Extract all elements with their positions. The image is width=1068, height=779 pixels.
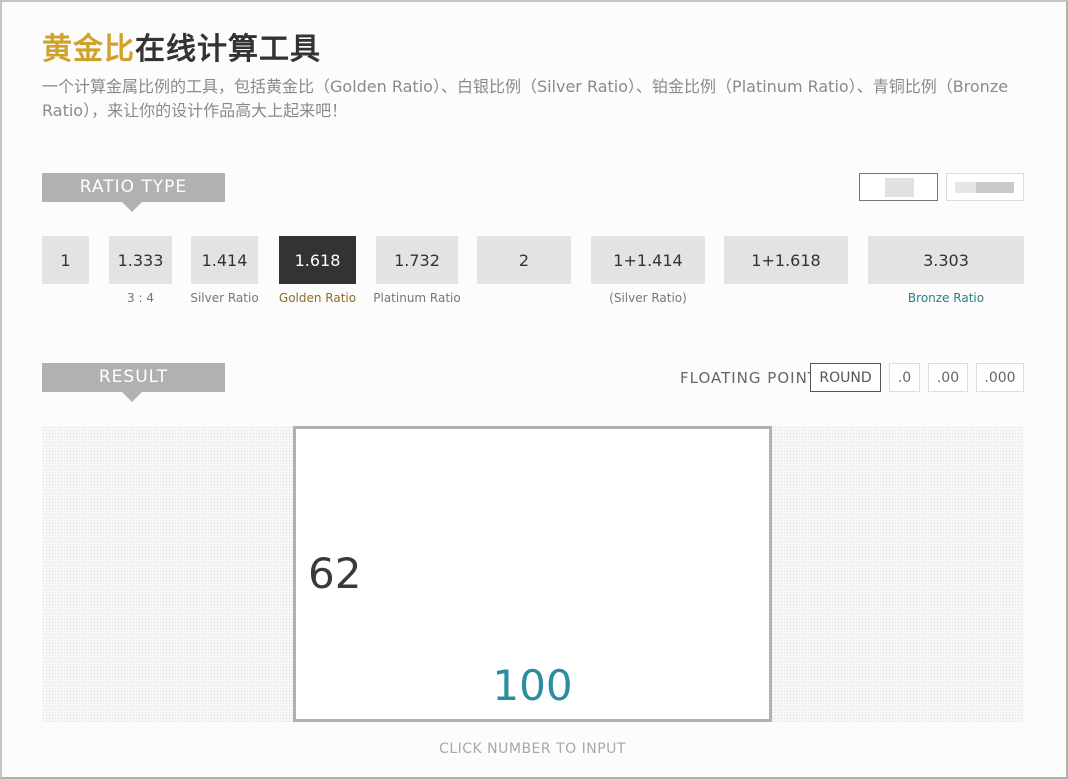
ratio-button-1-333[interactable]: 1.333 <box>109 236 172 284</box>
ratio-button-2[interactable]: 2 <box>477 236 571 284</box>
ratio-button-1-732[interactable]: 1.732 <box>376 236 458 284</box>
page-title: 黄金比在线计算工具 <box>42 32 321 68</box>
fp-1-decimal-button[interactable]: .0 <box>889 363 920 392</box>
ratio-button-1-414[interactable]: 1.414 <box>191 236 258 284</box>
title-highlight: 黄金比 <box>42 32 135 67</box>
app-frame: 黄金比在线计算工具 一个计算金属比例的工具，包括黄金比（Golden Ratio… <box>0 0 1068 779</box>
height-value[interactable]: 62 <box>308 550 361 598</box>
ratio-caption-golden: Golden Ratio <box>278 291 357 305</box>
portrait-rectangle-icon <box>885 178 914 197</box>
fp-round-button[interactable]: ROUND <box>810 363 881 392</box>
ratio-button-3-303[interactable]: 3.303 <box>868 236 1024 284</box>
ratio-button-1[interactable]: 1 <box>42 236 89 284</box>
ratio-button-1-618[interactable]: 1.618 <box>279 236 356 284</box>
result-label: RESULT <box>42 363 225 402</box>
ratio-caption-silver: Silver Ratio <box>190 291 259 305</box>
ratio-caption-3-4: 3 : 4 <box>127 291 154 305</box>
ratio-button-1-plus-1-414[interactable]: 1+1.414 <box>591 236 705 284</box>
ratio-caption-bronze: Bronze Ratio <box>907 291 985 305</box>
orientation-portrait-button[interactable] <box>859 173 938 201</box>
fp-3-decimal-button[interactable]: .000 <box>976 363 1024 392</box>
title-rest: 在线计算工具 <box>135 32 321 67</box>
floating-point-label: FLOATING POINT <box>680 369 818 387</box>
ratio-button-1-plus-1-618[interactable]: 1+1.618 <box>724 236 848 284</box>
landscape-rectangle-icon <box>955 182 1014 193</box>
orientation-landscape-button[interactable] <box>946 173 1024 201</box>
ratio-type-label: RATIO TYPE <box>42 173 225 212</box>
fp-2-decimal-button[interactable]: .00 <box>928 363 968 392</box>
input-hint: CLICK NUMBER TO INPUT <box>439 741 626 757</box>
ratio-caption-silver-paren: (Silver Ratio) <box>609 291 687 305</box>
ratio-caption-platinum: Platinum Ratio <box>373 291 461 305</box>
page-description: 一个计算金属比例的工具，包括黄金比（Golden Ratio）、白银比例（Sil… <box>42 77 1009 120</box>
width-value[interactable]: 100 <box>293 662 772 710</box>
